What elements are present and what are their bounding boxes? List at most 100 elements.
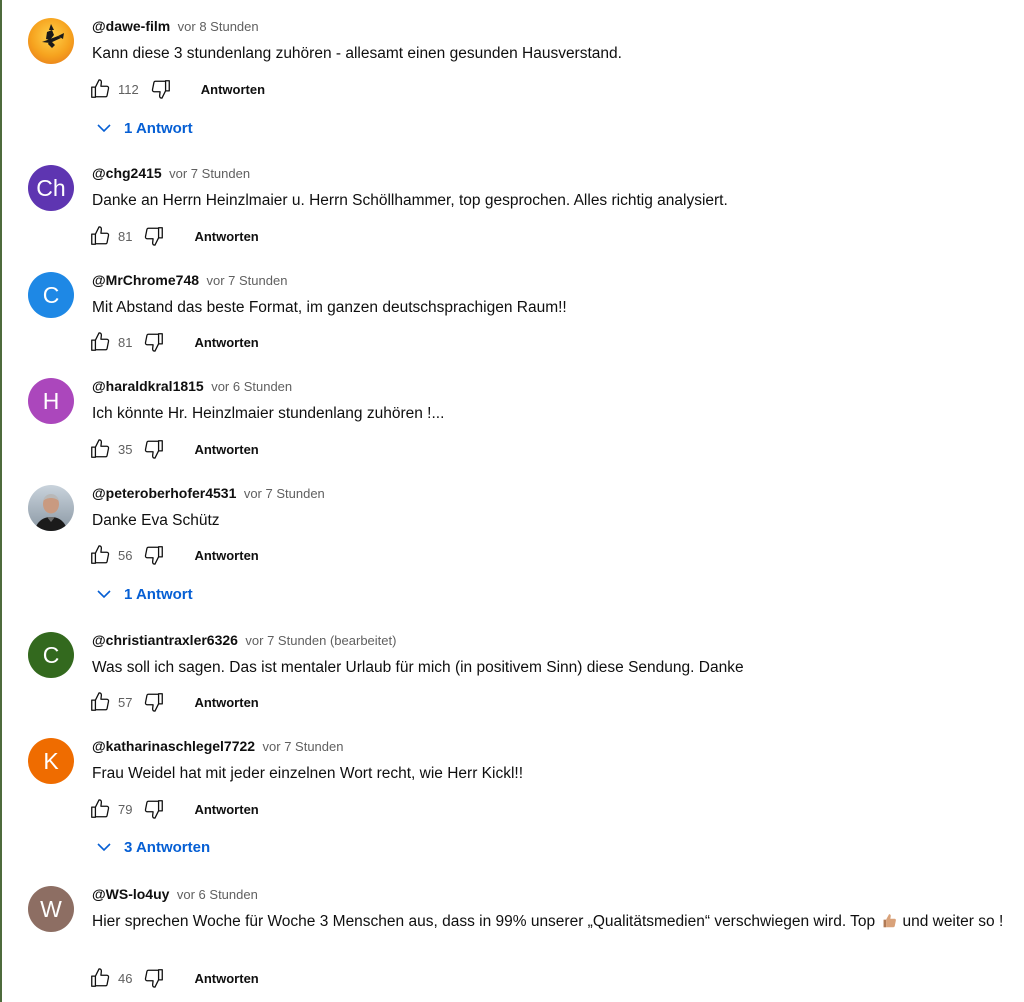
comment-time[interactable]: vor 6 Stunden xyxy=(211,379,292,394)
comment-text: Danke Eva Schütz xyxy=(92,512,220,529)
comment-actions: 57 Antworten xyxy=(88,690,259,714)
comment-actions: 56 Antworten xyxy=(88,543,259,567)
thumbs-down-icon xyxy=(145,969,164,988)
comment-author[interactable]: @katharinaschlegel7722 xyxy=(92,738,255,754)
like-button[interactable] xyxy=(88,437,112,461)
reply-button[interactable]: Antworten xyxy=(194,802,258,817)
reply-button[interactable]: Antworten xyxy=(201,82,265,97)
like-button[interactable] xyxy=(88,224,112,248)
avatar[interactable]: Ch xyxy=(28,165,74,211)
thumbs-up-icon xyxy=(91,545,110,564)
like-button[interactable] xyxy=(88,77,112,101)
window-edge xyxy=(0,0,2,1002)
comment-author[interactable]: @MrChrome748 xyxy=(92,272,199,288)
comment-author[interactable]: @WS-lo4uy xyxy=(92,886,169,902)
view-replies-button[interactable]: 3 Antworten xyxy=(96,836,210,858)
comment-header: @WS-lo4uy vor 6 Stunden xyxy=(92,886,258,906)
comment-actions: 79 Antworten xyxy=(88,797,259,821)
dislike-button[interactable] xyxy=(142,966,166,990)
avatar[interactable]: W xyxy=(28,886,74,932)
dislike-button[interactable] xyxy=(142,330,166,354)
comment-actions: 81 Antworten xyxy=(88,224,259,248)
comment-text: Frau Weidel hat mit jeder einzelnen Wort… xyxy=(92,765,524,782)
thumbs-up-icon xyxy=(91,332,110,351)
like-count: 35 xyxy=(118,441,133,457)
comment-time[interactable]: vor 8 Stunden xyxy=(178,19,259,34)
comment-time[interactable]: vor 7 Stunden (bearbeitet) xyxy=(245,633,396,648)
dislike-button[interactable] xyxy=(142,690,166,714)
comment-time[interactable]: vor 6 Stunden xyxy=(177,887,258,902)
thumbs-down-icon xyxy=(145,333,164,352)
comment-author[interactable]: @dawe-film xyxy=(92,18,170,34)
like-button[interactable] xyxy=(88,690,112,714)
dislike-button[interactable] xyxy=(142,797,166,821)
comment-header: @christiantraxler6326 vor 7 Stunden (bea… xyxy=(92,632,396,652)
avatar-letter: H xyxy=(42,387,60,414)
comment-time[interactable]: vor 7 Stunden xyxy=(263,739,344,754)
comment-text: Mit Abstand das beste Format, im ganzen … xyxy=(92,299,567,316)
thumbs-up-icon xyxy=(91,968,110,987)
reply-button[interactable]: Antworten xyxy=(194,335,258,350)
avatar-letter: C xyxy=(42,281,60,308)
comment-actions: 35 Antworten xyxy=(88,437,259,461)
like-count: 112 xyxy=(118,81,139,97)
comment-actions: 46 Antworten xyxy=(88,966,259,990)
avatar[interactable]: H xyxy=(28,378,74,424)
reply-button[interactable]: Antworten xyxy=(194,695,258,710)
like-button[interactable] xyxy=(88,543,112,567)
comment-text: Kann diese 3 stundenlang zuhören - alles… xyxy=(92,45,622,62)
dislike-button[interactable] xyxy=(142,543,166,567)
reply-button[interactable]: Antworten xyxy=(194,229,258,244)
avatar-letter: K xyxy=(43,747,59,774)
thumbs-down-icon xyxy=(145,227,164,246)
avatar[interactable]: K xyxy=(28,738,74,784)
comment-author[interactable]: @haraldkral1815 xyxy=(92,378,204,394)
avatar[interactable]: C xyxy=(28,272,74,318)
comment-text: Danke an Herrn Heinzlmaier u. Herrn Schö… xyxy=(92,192,728,209)
dislike-button[interactable] xyxy=(149,77,173,101)
dislike-button[interactable] xyxy=(142,224,166,248)
like-button[interactable] xyxy=(88,330,112,354)
thumbs-up-icon xyxy=(91,799,110,818)
avatar[interactable] xyxy=(28,18,74,64)
comment-author[interactable]: @peteroberhofer4531 xyxy=(92,485,236,501)
avatar[interactable]: C xyxy=(28,632,74,678)
reply-button[interactable]: Antworten xyxy=(194,548,258,563)
chevron-down-icon xyxy=(97,124,111,133)
comment-actions: 81 Antworten xyxy=(88,330,259,354)
thumbs-up-icon xyxy=(91,692,110,711)
replies-label: 1 Antwort xyxy=(124,119,193,137)
comment-author[interactable]: @christiantraxler6326 xyxy=(92,632,238,648)
like-count: 57 xyxy=(118,694,133,710)
thumbs-down-icon xyxy=(145,800,164,819)
avatar-letter: W xyxy=(40,895,62,922)
view-replies-button[interactable]: 1 Antwort xyxy=(96,583,193,605)
reply-button[interactable]: Antworten xyxy=(194,442,258,457)
thumbs-up-icon xyxy=(91,439,110,458)
like-count: 56 xyxy=(118,547,133,563)
thumbs-down-icon xyxy=(145,693,164,712)
comment-header: @chg2415 vor 7 Stunden xyxy=(92,165,250,185)
like-button[interactable] xyxy=(88,966,112,990)
avatar[interactable] xyxy=(28,485,74,531)
comment-header: @haraldkral1815 vor 6 Stunden xyxy=(92,378,292,398)
reply-button[interactable]: Antworten xyxy=(194,971,258,986)
thumbs-down-icon xyxy=(151,80,170,99)
comment-text: Hier sprechen Woche für Woche 3 Menschen… xyxy=(92,912,1017,932)
avatar-letter: C xyxy=(42,641,60,668)
comment-author[interactable]: @chg2415 xyxy=(92,165,162,181)
comment-actions: 112 Antworten xyxy=(88,77,265,101)
comment-time[interactable]: vor 7 Stunden xyxy=(169,166,250,181)
witch-silhouette-icon xyxy=(42,24,64,48)
person-photo-icon xyxy=(35,494,67,531)
chevron-down-icon xyxy=(97,590,111,599)
thumbs-down-icon xyxy=(145,546,164,565)
view-replies-button[interactable]: 1 Antwort xyxy=(96,117,193,139)
comment-time[interactable]: vor 7 Stunden xyxy=(206,273,287,288)
comment-time[interactable]: vor 7 Stunden xyxy=(244,486,325,501)
thumbs-up-icon xyxy=(91,226,110,245)
comment-text: Ich könnte Hr. Heinzlmaier stundenlang z… xyxy=(92,405,445,422)
like-count: 79 xyxy=(118,801,133,817)
like-button[interactable] xyxy=(88,797,112,821)
dislike-button[interactable] xyxy=(142,437,166,461)
